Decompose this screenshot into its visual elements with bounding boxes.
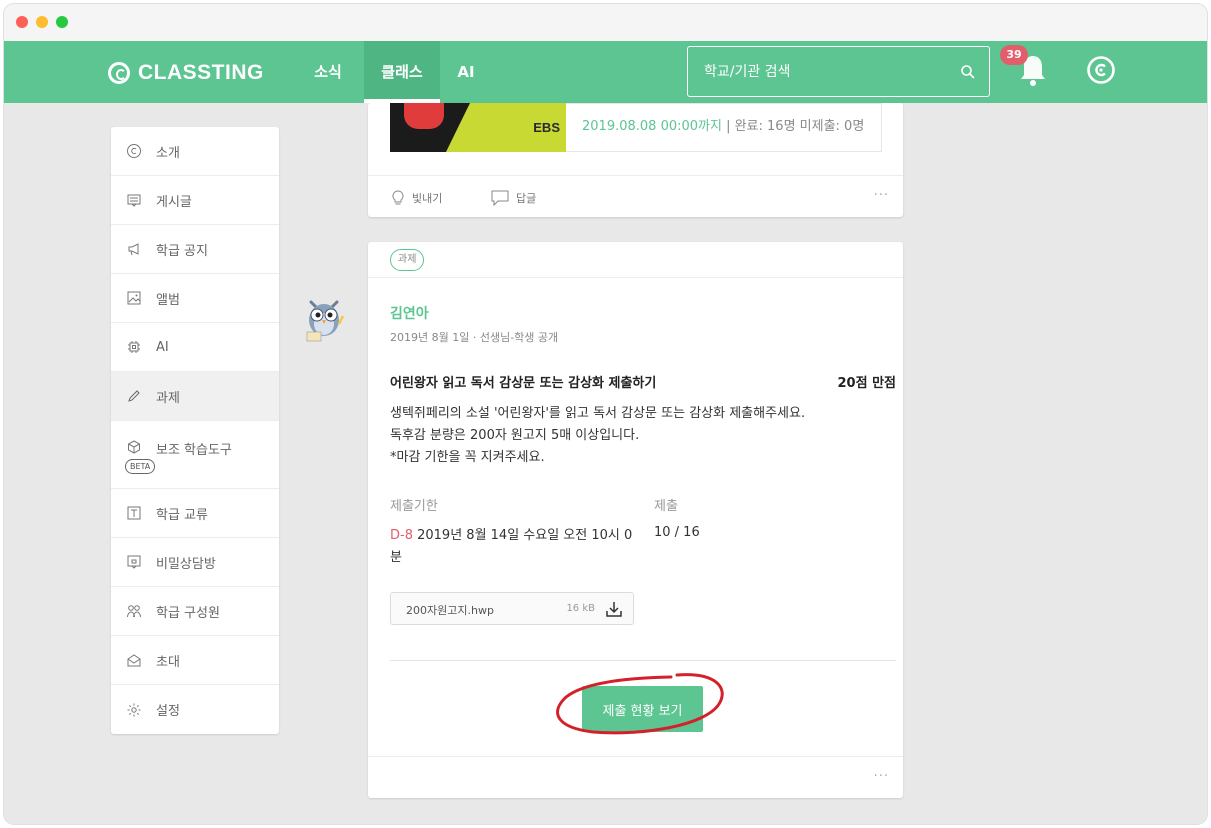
sidebar-item-label: 학급 공지 xyxy=(156,243,208,259)
sidebar-item-invite[interactable]: 초대 xyxy=(111,636,279,685)
sidebar-item-album[interactable]: 앨범 xyxy=(111,274,279,323)
sidebar-item-label: 비밀상담방 xyxy=(156,556,216,572)
assignment-title: 어린왕자 읽고 독서 감상문 또는 감상화 제출하기 xyxy=(390,376,657,391)
submission-count: 10 / 16 xyxy=(654,525,700,540)
attachment-file[interactable]: 200자원고지.hwp 16 kB xyxy=(390,592,634,625)
logo-text: CLASSTING xyxy=(138,61,264,84)
assignment-description: 생텍쥐페리의 소설 '어린왕자'를 읽고 독서 감상문 또는 감상화 제출해주세… xyxy=(390,403,890,469)
assignment-points: 20점 만점 xyxy=(837,376,897,391)
sidebar-item-assignment[interactable]: 과제 xyxy=(111,372,279,421)
nav-tab-ai[interactable]: AI xyxy=(448,41,484,103)
sidebar-item-label: 학급 교류 xyxy=(156,507,208,523)
assignment-post-card: 과제 김연아 2019년 8월 1일 · 선생님-학생 공개 어린왕자 읽고 독… xyxy=(368,242,903,798)
assignment-summary: 2019.08.08 00:00까지 | 완료: 16명 미제출: 0명 xyxy=(566,103,882,152)
description-line: 생텍쥐페리의 소설 '어린왕자'를 읽고 독서 감상문 또는 감상화 제출해주세… xyxy=(390,406,806,421)
secret-chat-icon xyxy=(127,555,141,569)
like-label: 빛내기 xyxy=(412,192,443,205)
like-button[interactable]: 빛내기 xyxy=(390,189,442,207)
lightbulb-icon xyxy=(392,190,404,205)
megaphone-icon xyxy=(128,243,139,256)
more-options-button[interactable]: ··· xyxy=(874,188,889,203)
ebs-logo: EBS xyxy=(533,120,560,135)
attachment-name: 200자원고지.hwp xyxy=(406,604,494,617)
assignment-thumbnail[interactable]: EBS xyxy=(390,103,566,152)
chip-icon xyxy=(128,341,140,353)
owl-avatar[interactable] xyxy=(303,294,345,342)
d-day-counter: D-8 xyxy=(390,528,413,543)
sidebar-item-members[interactable]: 학급 구성원 xyxy=(111,587,279,636)
exchange-icon xyxy=(127,506,141,520)
post-footer: ··· xyxy=(368,756,903,798)
comment-label: 답글 xyxy=(516,192,537,205)
classting-logo-icon xyxy=(108,62,130,84)
close-window-button[interactable] xyxy=(16,16,28,28)
description-line: 독후감 분량은 200자 원고지 5매 이상입니다. xyxy=(390,428,640,443)
top-navbar: CLASSTING 소식 클래스 AI 39 xyxy=(4,41,1207,103)
post-date: 2019년 8월 1일 · 선생님-학생 공개 xyxy=(390,331,559,344)
divider xyxy=(390,660,896,661)
post-icon xyxy=(127,194,141,207)
invite-icon xyxy=(127,654,141,667)
post-actions: 빛내기 답글 ··· xyxy=(368,175,903,217)
profile-icon[interactable] xyxy=(1086,55,1116,85)
gear-icon xyxy=(127,703,141,716)
assignment-deadline: 2019.08.08 00:00까지 xyxy=(582,119,722,134)
description-line: *마감 기한을 꼭 지켜주세요. xyxy=(390,450,545,465)
sidebar-item-secret-chat[interactable]: 비밀상담방 xyxy=(111,538,279,587)
assignment-title-row: 어린왕자 읽고 독서 감상문 또는 감상화 제출하기 20점 만점 xyxy=(390,372,896,391)
sidebar-item-label: 게시글 xyxy=(156,194,192,210)
classting-logo[interactable]: CLASSTING xyxy=(108,58,264,88)
nav-tab-news[interactable]: 소식 xyxy=(303,41,353,103)
sidebar-item-label: 설정 xyxy=(156,704,180,719)
more-options-button[interactable]: ··· xyxy=(874,769,889,784)
pencil-icon xyxy=(128,390,140,402)
sidebar-item-class-exchange[interactable]: 학급 교류 xyxy=(111,489,279,538)
sidebar-item-label: 학급 구성원 xyxy=(156,605,220,621)
sidebar-item-intro[interactable]: 소개 xyxy=(111,127,279,176)
view-submission-status-button[interactable]: 제출 현황 보기 xyxy=(582,686,703,732)
assignment-stats: | 완료: 16명 미제출: 0명 xyxy=(721,119,865,134)
minimize-window-button[interactable] xyxy=(36,16,48,28)
sidebar-item-label: 초대 xyxy=(156,654,180,670)
previous-post-card: EBS 2019.08.08 00:00까지 | 완료: 16명 미제출: 0명… xyxy=(368,103,903,217)
class-sidebar: 소개 게시글 학급 공지 앨범 AI 과제 보조 학습도구 BETA 학급 교류… xyxy=(111,127,279,734)
comment-icon xyxy=(491,190,509,207)
sidebar-item-posts[interactable]: 게시글 xyxy=(111,176,279,225)
deadline-date: 2019년 8월 14일 수요일 오전 10시 0분 xyxy=(390,528,633,565)
submission-label: 제출 xyxy=(654,499,678,514)
sidebar-item-label: 보조 학습도구 xyxy=(156,443,232,458)
sidebar-item-ai[interactable]: AI xyxy=(111,323,279,372)
window-titlebar xyxy=(4,4,1207,41)
nav-tab-class[interactable]: 클래스 xyxy=(364,41,440,103)
copyright-icon xyxy=(127,144,141,158)
sidebar-item-learning-tools[interactable]: 보조 학습도구 BETA xyxy=(111,421,279,489)
members-icon xyxy=(127,605,141,618)
sidebar-item-label: 소개 xyxy=(156,145,180,161)
post-author[interactable]: 김연아 xyxy=(390,303,429,323)
post-header: 과제 xyxy=(368,242,903,278)
sidebar-item-notice[interactable]: 학급 공지 xyxy=(111,225,279,274)
deadline-label: 제출기한 xyxy=(390,499,438,514)
sidebar-item-label: 앨범 xyxy=(156,292,180,308)
download-icon[interactable] xyxy=(604,599,624,619)
browser-window: CLASSTING 소식 클래스 AI 39 소개 xyxy=(4,4,1207,824)
notification-badge: 39 xyxy=(1000,45,1028,65)
sidebar-item-label: AI xyxy=(156,339,169,355)
search-icon[interactable] xyxy=(959,63,977,81)
search-input[interactable] xyxy=(704,61,954,83)
cube-icon xyxy=(128,440,140,454)
sidebar-item-label: 과제 xyxy=(156,390,180,406)
search-box xyxy=(687,46,990,97)
comment-button[interactable]: 답글 xyxy=(490,189,536,207)
album-icon xyxy=(127,291,141,305)
attachment-size: 16 kB xyxy=(566,603,595,614)
thumbnail-art-shape xyxy=(404,103,444,129)
assignment-tag: 과제 xyxy=(390,249,425,271)
sidebar-item-settings[interactable]: 설정 xyxy=(111,685,279,734)
maximize-window-button[interactable] xyxy=(56,16,68,28)
beta-badge: BETA xyxy=(125,459,156,474)
deadline-value: D-8 2019년 8월 14일 수요일 오전 10시 0분 xyxy=(390,525,640,569)
